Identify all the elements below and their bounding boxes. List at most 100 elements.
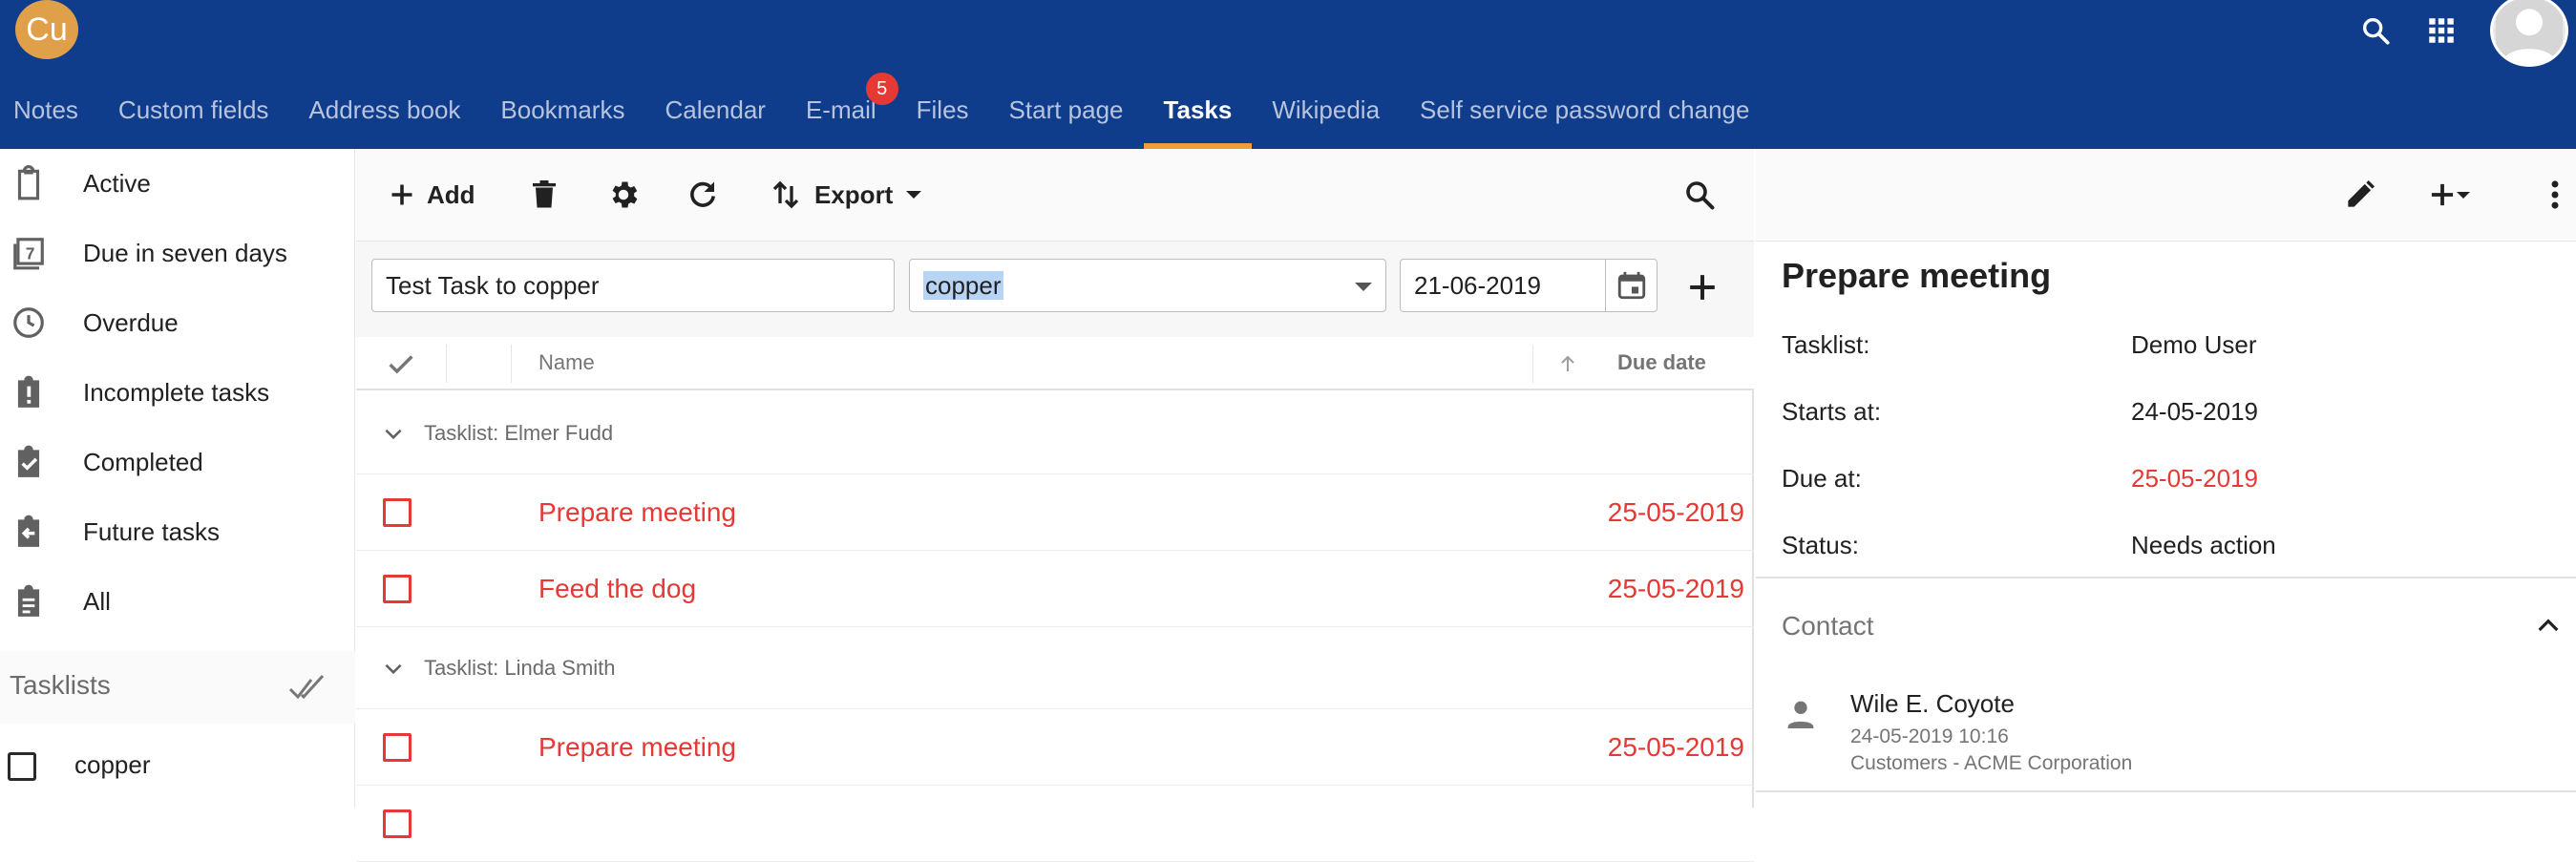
clipboard-text-icon	[10, 582, 48, 620]
task-row[interactable]	[356, 786, 1754, 862]
detail-prop-label: Tasklist:	[1782, 330, 1870, 359]
column-header-name[interactable]: Name	[538, 350, 595, 375]
sidebar-item-incomplete-tasks[interactable]: Incomplete tasks	[0, 358, 355, 427]
task-row[interactable]: Prepare meeting 25-05-2019	[356, 474, 1754, 551]
tab-address-book[interactable]: Address book	[288, 80, 480, 149]
clock-icon	[10, 304, 48, 342]
sidebar-item-label: Incomplete tasks	[83, 377, 270, 407]
tasklist-group-label: Tasklist: Linda Smith	[424, 656, 616, 680]
tasklists-header: Tasklists	[0, 651, 355, 724]
tab-label: Address book	[308, 95, 461, 124]
column-separator	[511, 345, 512, 383]
sidebar-item-future-tasks[interactable]: Future tasks	[0, 497, 355, 566]
tasklist-select-value: copper	[923, 271, 1003, 300]
chevron-down-icon[interactable]	[381, 656, 406, 681]
app-logo[interactable]: Cu	[15, 0, 78, 59]
task-name-input[interactable]: Test Task to copper	[371, 259, 895, 312]
delete-icon[interactable]	[527, 172, 561, 218]
tab-label: Self service password change	[1420, 95, 1750, 124]
tasklist-checkbox[interactable]	[8, 752, 36, 781]
tasklist-group-header[interactable]: Tasklist: Linda Smith	[356, 627, 1754, 709]
sidebar-item-label: Completed	[83, 447, 203, 476]
add-button[interactable]: Add	[385, 172, 475, 218]
settings-gear-icon[interactable]	[606, 172, 641, 218]
tasklist-group-label: Tasklist: Elmer Fudd	[424, 421, 614, 445]
caret-down-icon	[2457, 191, 2470, 199]
sidebar-item-label: All	[83, 586, 111, 616]
detail-prop-value: 25-05-2019	[2131, 464, 2258, 493]
task-complete-checkbox[interactable]	[383, 498, 412, 527]
task-name: Prepare meeting	[538, 732, 737, 762]
contact-section-heading[interactable]: Contact	[1782, 611, 1874, 641]
sidebar-item-due-in-seven-days[interactable]: 7 Due in seven days	[0, 219, 355, 287]
sort-ascending-arrow-icon[interactable]	[1556, 352, 1579, 375]
sidebar-item-label: Due in seven days	[83, 238, 287, 267]
tab-files[interactable]: Files	[897, 80, 989, 149]
detail-prop-value: Demo User	[2131, 330, 2257, 359]
tab-wikipedia[interactable]: Wikipedia	[1252, 80, 1400, 149]
sidebar-item-completed[interactable]: Completed	[0, 428, 355, 496]
person-icon	[1782, 695, 1820, 733]
tab-bookmarks[interactable]: Bookmarks	[480, 80, 644, 149]
tab-label: Custom fields	[117, 95, 269, 124]
task-row[interactable]: Feed the dog 25-05-2019	[356, 551, 1754, 627]
tab-calendar[interactable]: Calendar	[644, 80, 786, 149]
sidebar-item-active[interactable]: Active	[0, 149, 355, 218]
select-all-check-icon[interactable]	[385, 348, 417, 381]
task-name: Feed the dog	[538, 574, 697, 603]
select-all-double-check-icon[interactable]	[286, 668, 328, 706]
user-avatar[interactable]	[2490, 0, 2568, 67]
apps-grid-icon[interactable]	[2420, 10, 2462, 52]
clipboard-check-icon	[10, 443, 48, 481]
detail-prop-label: Status:	[1782, 531, 1859, 559]
contact-name[interactable]: Wile E. Coyote	[1850, 689, 2015, 719]
task-due-date: 25-05-2019	[1607, 497, 1744, 527]
export-button[interactable]: Export	[769, 172, 922, 218]
tab-self-service-password-change[interactable]: Self service password change	[1400, 80, 1769, 149]
search-icon[interactable]	[2354, 10, 2397, 52]
tab-label: Notes	[13, 95, 78, 124]
sidebar-item-all[interactable]: All	[0, 567, 355, 636]
task-row[interactable]: Prepare meeting 25-05-2019	[356, 709, 1754, 786]
sidebar: Active 7 Due in seven days Overdue Incomplet…	[0, 149, 355, 808]
refresh-icon[interactable]	[686, 172, 720, 218]
table-header: Name Due date	[356, 337, 1754, 390]
add-menu-button[interactable]	[2424, 174, 2470, 216]
tab-start-page[interactable]: Start page	[989, 80, 1144, 149]
add-button-label: Add	[427, 179, 475, 209]
search-icon[interactable]	[1682, 172, 1717, 218]
detail-prop-label: Due at:	[1782, 464, 1862, 493]
calendar-icon[interactable]	[1605, 260, 1657, 311]
more-vertical-icon[interactable]	[2537, 174, 2573, 216]
chevron-up-icon[interactable]	[2533, 611, 2564, 641]
tab-label: Start page	[1008, 95, 1124, 124]
tab-e-mail[interactable]: E-mail 5	[786, 73, 898, 149]
tab-label: Wikipedia	[1272, 95, 1381, 124]
tasklist-item-copper[interactable]: copper	[0, 724, 355, 806]
tasklist-label: copper	[74, 750, 151, 779]
tab-tasks[interactable]: Tasks	[1143, 80, 1253, 149]
detail-prop-value: 24-05-2019	[2131, 397, 2258, 426]
main-nav: Notes Custom fields Address book Bookmarks C…	[0, 73, 1769, 149]
plus-icon	[2431, 183, 2454, 206]
sidebar-item-label: Active	[83, 168, 151, 198]
task-complete-checkbox[interactable]	[383, 733, 412, 762]
sidebar-item-overdue[interactable]: Overdue	[0, 288, 355, 357]
detail-title: Prepare meeting	[1782, 256, 2052, 295]
edit-pencil-icon[interactable]	[2342, 174, 2378, 216]
task-toolbar: Add Export	[356, 149, 1754, 242]
tab-label: Tasks	[1163, 95, 1233, 124]
tasklist-select[interactable]: copper	[909, 259, 1386, 312]
tab-custom-fields[interactable]: Custom fields	[98, 80, 289, 149]
column-header-due-date[interactable]: Due date	[1617, 350, 1706, 375]
task-complete-checkbox[interactable]	[383, 809, 412, 838]
add-task-plus-icon[interactable]	[1681, 266, 1723, 308]
due-date-field[interactable]: 21-06-2019	[1400, 259, 1658, 312]
clipboard-arrow-left-icon	[10, 513, 48, 551]
quick-add-row: Test Task to copper copper 21-06-2019	[356, 242, 1754, 337]
chevron-down-icon[interactable]	[381, 421, 406, 446]
tab-label: Bookmarks	[500, 95, 625, 124]
tasklist-group-header[interactable]: Tasklist: Elmer Fudd	[356, 392, 1754, 474]
task-complete-checkbox[interactable]	[383, 575, 412, 603]
tab-notes[interactable]: Notes	[0, 80, 98, 149]
